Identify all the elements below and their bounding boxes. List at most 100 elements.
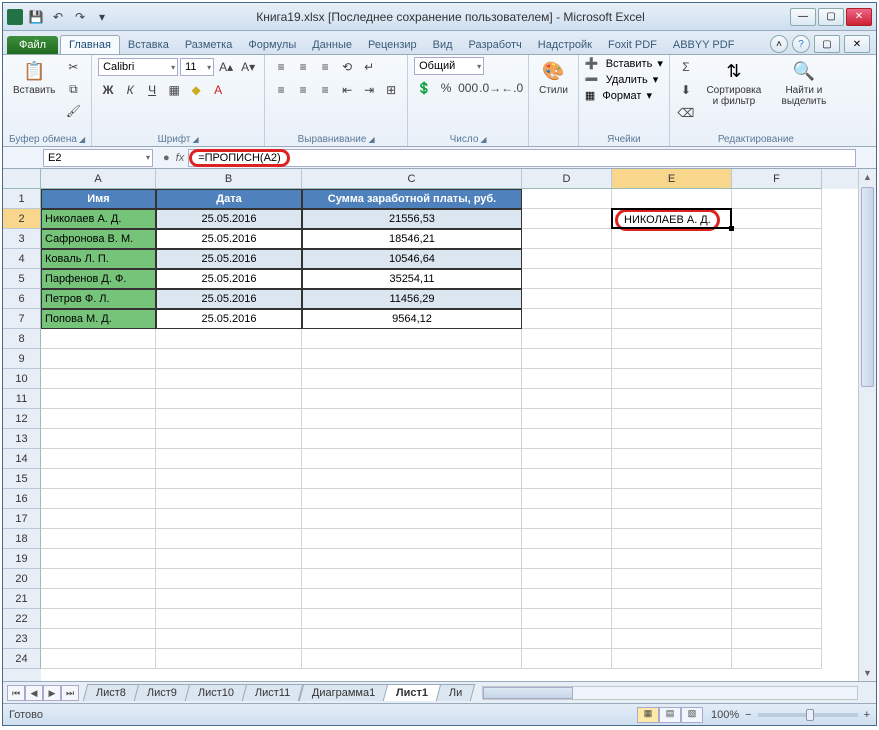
cell[interactable]: [522, 609, 612, 629]
row-header[interactable]: 22: [3, 609, 41, 629]
cell[interactable]: [156, 369, 302, 389]
tab-foxit[interactable]: Foxit PDF: [600, 36, 665, 54]
cell[interactable]: [41, 589, 156, 609]
cell[interactable]: [612, 349, 732, 369]
zoom-out-icon[interactable]: −: [745, 709, 751, 721]
tab-addins[interactable]: Надстройк: [530, 36, 600, 54]
cell[interactable]: [156, 549, 302, 569]
scroll-thumb[interactable]: [483, 687, 573, 699]
cell[interactable]: [302, 609, 522, 629]
tab-view[interactable]: Вид: [425, 36, 461, 54]
scroll-thumb[interactable]: [861, 187, 874, 387]
cell[interactable]: [522, 209, 612, 229]
row-header[interactable]: 11: [3, 389, 41, 409]
cell[interactable]: [522, 449, 612, 469]
font-size-combo[interactable]: 11: [180, 58, 214, 76]
cell[interactable]: Коваль Л. П.: [41, 249, 156, 269]
insert-cells-button[interactable]: ➕ Вставить ▾: [585, 57, 663, 70]
cell[interactable]: [302, 589, 522, 609]
tab-formulas[interactable]: Формулы: [240, 36, 304, 54]
cell[interactable]: [302, 549, 522, 569]
cell[interactable]: [732, 449, 822, 469]
align-middle-icon[interactable]: ≡: [293, 57, 313, 77]
delete-cells-button[interactable]: ➖ Удалить ▾: [585, 73, 663, 86]
cell[interactable]: [612, 509, 732, 529]
ribbon-minimize-icon[interactable]: ˄: [770, 35, 788, 53]
cell[interactable]: [612, 449, 732, 469]
sheet-tab[interactable]: Ли: [436, 684, 476, 701]
bold-button[interactable]: Ж: [98, 80, 118, 100]
cell[interactable]: [612, 489, 732, 509]
cell[interactable]: 21556,53: [302, 209, 522, 229]
cell[interactable]: [732, 429, 822, 449]
row-header[interactable]: 20: [3, 569, 41, 589]
tab-abbyy[interactable]: ABBYY PDF: [665, 36, 743, 54]
row-header[interactable]: 3: [3, 229, 41, 249]
name-box[interactable]: E2: [43, 149, 153, 167]
fill-color-icon[interactable]: ◆: [186, 80, 206, 100]
cell[interactable]: [732, 589, 822, 609]
col-header[interactable]: A: [41, 169, 156, 189]
cell[interactable]: [522, 649, 612, 669]
cell[interactable]: [41, 609, 156, 629]
comma-icon[interactable]: 000: [458, 78, 478, 98]
cell[interactable]: [522, 629, 612, 649]
cell[interactable]: [522, 329, 612, 349]
sheet-tab[interactable]: Лист9: [134, 684, 191, 701]
scroll-down-icon[interactable]: ▼: [859, 665, 876, 681]
cell[interactable]: [732, 409, 822, 429]
qat-dropdown-icon[interactable]: ▾: [93, 8, 111, 26]
cell[interactable]: 25.05.2016: [156, 269, 302, 289]
indent-decrease-icon[interactable]: ⇤: [337, 80, 357, 100]
dialog-launcher-icon[interactable]: ◢: [368, 135, 374, 144]
cell[interactable]: [522, 489, 612, 509]
row-header[interactable]: 1: [3, 189, 41, 209]
cell[interactable]: Парфенов Д. Ф.: [41, 269, 156, 289]
cell[interactable]: [156, 609, 302, 629]
format-cells-button[interactable]: ▦ Формат ▾: [585, 89, 663, 102]
merge-icon[interactable]: ⊞: [381, 80, 401, 100]
increase-font-icon[interactable]: A▴: [216, 57, 236, 77]
insert-function-icon[interactable]: ●: [163, 152, 170, 164]
dialog-launcher-icon[interactable]: ◢: [79, 135, 85, 144]
sheet-tab[interactable]: Диаграмма1: [298, 684, 388, 701]
tab-insert[interactable]: Вставка: [120, 36, 177, 54]
wrap-text-icon[interactable]: ↵: [359, 57, 379, 77]
cell[interactable]: [612, 369, 732, 389]
cell[interactable]: [732, 649, 822, 669]
cell[interactable]: 25.05.2016: [156, 249, 302, 269]
row-header[interactable]: 7: [3, 309, 41, 329]
row-header[interactable]: 5: [3, 269, 41, 289]
cell[interactable]: [732, 629, 822, 649]
cell[interactable]: [302, 629, 522, 649]
fx-icon[interactable]: fx: [176, 152, 185, 164]
cell[interactable]: [522, 349, 612, 369]
cell[interactable]: [41, 489, 156, 509]
cell[interactable]: [732, 609, 822, 629]
view-page-layout-icon[interactable]: ▤: [659, 707, 681, 723]
cell[interactable]: [41, 429, 156, 449]
cell[interactable]: [522, 549, 612, 569]
cell[interactable]: [612, 469, 732, 489]
cell[interactable]: [732, 209, 822, 229]
cell[interactable]: [522, 389, 612, 409]
row-header[interactable]: 8: [3, 329, 41, 349]
cell[interactable]: [156, 349, 302, 369]
cell[interactable]: [302, 529, 522, 549]
cell[interactable]: [41, 549, 156, 569]
underline-button[interactable]: Ч: [142, 80, 162, 100]
cell[interactable]: [156, 589, 302, 609]
cell[interactable]: 10546,64: [302, 249, 522, 269]
cell[interactable]: [156, 529, 302, 549]
cell[interactable]: [41, 409, 156, 429]
cell[interactable]: [302, 409, 522, 429]
cell[interactable]: [41, 369, 156, 389]
scroll-up-icon[interactable]: ▲: [859, 169, 876, 185]
cell[interactable]: 35254,11: [302, 269, 522, 289]
sheet-nav-first-icon[interactable]: ⏮: [7, 685, 25, 701]
align-center-icon[interactable]: ≡: [293, 80, 313, 100]
header-cell[interactable]: Сумма заработной платы, руб.: [302, 189, 522, 209]
cell[interactable]: [522, 569, 612, 589]
cell[interactable]: [732, 469, 822, 489]
sheet-tab[interactable]: Лист10: [185, 684, 248, 701]
